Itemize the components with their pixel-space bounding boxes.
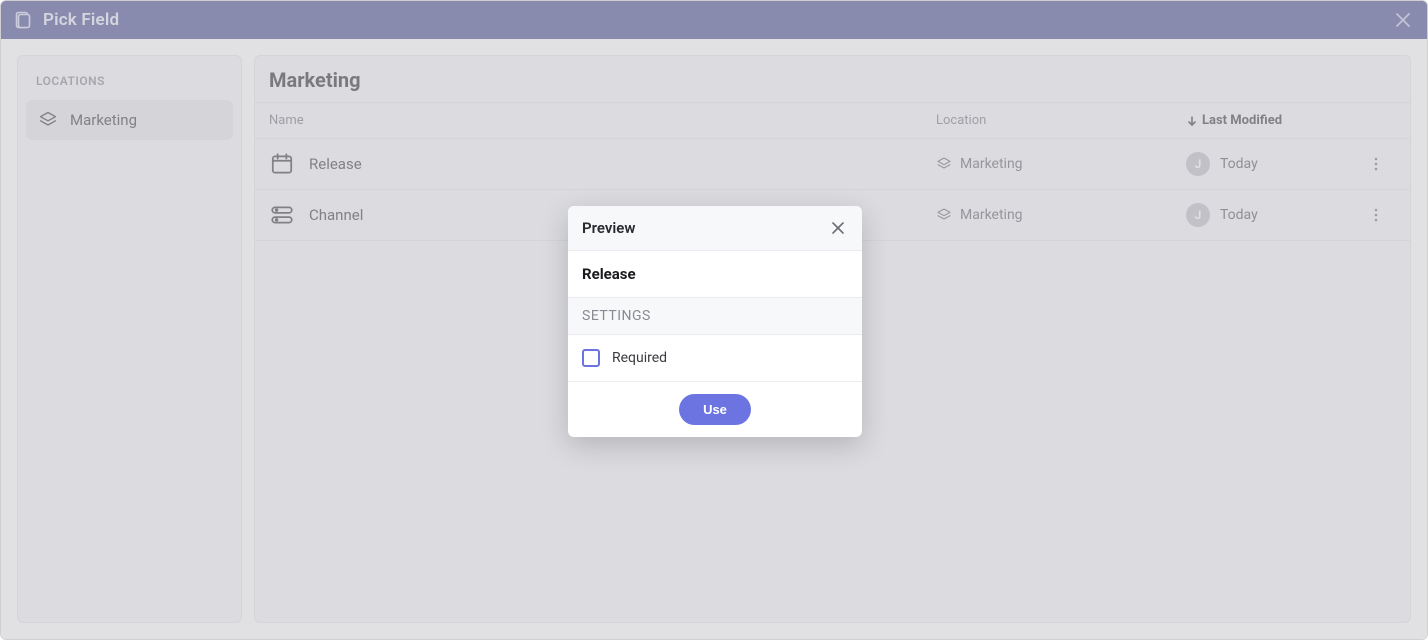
row-location: Marketing [960, 156, 1023, 172]
popover-footer: Use [568, 382, 862, 437]
sidebar-item-marketing[interactable]: Marketing [26, 100, 233, 140]
sort-desc-icon [1186, 115, 1198, 127]
row-name: Channel [309, 206, 363, 224]
titlebar: Pick Field [1, 1, 1427, 39]
list-icon [269, 202, 295, 228]
table-row[interactable]: Release Marketing J Today [255, 139, 1410, 190]
layers-icon [38, 110, 58, 130]
column-header-row: Name Location Last Modified [255, 103, 1410, 139]
row-name: Release [309, 155, 362, 173]
close-button[interactable] [1391, 8, 1415, 32]
sidebar: LOCATIONS Marketing [17, 55, 242, 623]
popover-item-name: Release [568, 251, 862, 297]
sidebar-header: LOCATIONS [26, 70, 233, 100]
titlebar-title: Pick Field [43, 10, 1391, 30]
row-actions-button[interactable] [1356, 156, 1396, 172]
popover-settings-label: SETTINGS [568, 297, 862, 335]
use-button[interactable]: Use [679, 394, 751, 425]
cell-modified: J Today [1186, 152, 1356, 176]
row-modified: Today [1220, 156, 1258, 172]
column-last-modified[interactable]: Last Modified [1186, 113, 1356, 128]
popover-header: Preview [568, 206, 862, 251]
layers-icon [936, 207, 952, 223]
cell-location: Marketing [936, 156, 1186, 172]
main-heading: Marketing [255, 56, 1410, 103]
row-actions-button[interactable] [1356, 207, 1396, 223]
cell-name: Release [269, 151, 936, 177]
row-location: Marketing [960, 207, 1023, 223]
cell-modified: J Today [1186, 203, 1356, 227]
popover-close-button[interactable] [828, 218, 848, 238]
setting-label: Required [612, 350, 667, 366]
avatar: J [1186, 152, 1210, 176]
column-location[interactable]: Location [936, 113, 1186, 128]
sidebar-item-label: Marketing [70, 111, 137, 129]
preview-popover: Preview Release SETTINGS Required Use [568, 206, 862, 437]
avatar: J [1186, 203, 1210, 227]
record-icon [13, 10, 33, 30]
column-last-modified-label: Last Modified [1202, 113, 1282, 128]
setting-required-row[interactable]: Required [568, 335, 862, 382]
date-icon [269, 151, 295, 177]
layers-icon [936, 156, 952, 172]
row-modified: Today [1220, 207, 1258, 223]
pick-field-window: Pick Field LOCATIONS Marketing [0, 0, 1428, 640]
required-checkbox[interactable] [582, 349, 600, 367]
cell-location: Marketing [936, 207, 1186, 223]
column-name[interactable]: Name [269, 113, 936, 128]
popover-title: Preview [582, 219, 635, 237]
